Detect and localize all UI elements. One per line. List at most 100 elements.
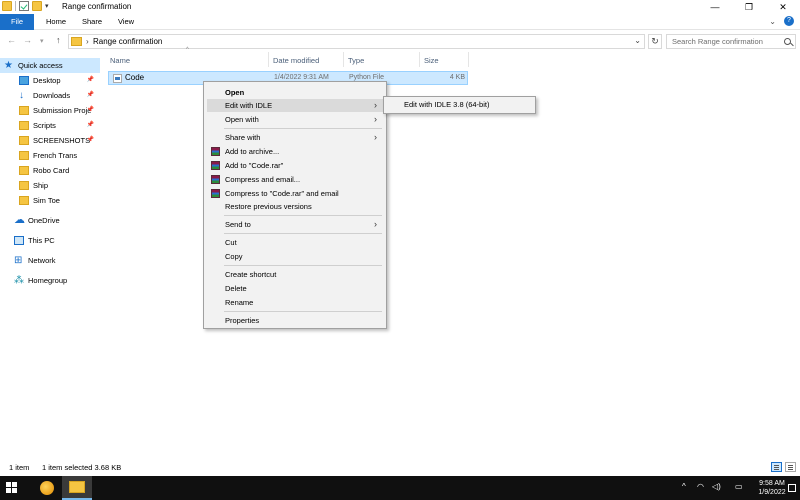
menu-item-open[interactable]: Open: [207, 86, 383, 99]
menu-item-send-to[interactable]: Send to ›: [207, 218, 383, 231]
forward-arrow-icon[interactable]: →: [23, 35, 32, 45]
menu-item-label: Properties: [225, 316, 260, 325]
sort-arrow-icon: ^: [186, 47, 189, 53]
menu-item-edit-with-idle-38[interactable]: Edit with IDLE 3.8 (64-bit): [404, 100, 489, 109]
address-dropdown-chevron-icon[interactable]: ⌄: [634, 36, 641, 45]
wifi-icon[interactable]: ◠: [697, 482, 704, 491]
properties-icon[interactable]: [19, 1, 29, 11]
notifications-icon[interactable]: [788, 484, 796, 492]
pc-icon: [14, 236, 24, 245]
sidebar-item-label: Ship: [33, 181, 49, 190]
details-view-icon[interactable]: [771, 462, 782, 472]
sidebar-item-french-trans[interactable]: French Trans: [0, 148, 100, 163]
sidebar-item-homegroup[interactable]: ⁂ Homegroup: [0, 273, 100, 288]
winrar-icon: [211, 189, 220, 198]
tab-share[interactable]: Share: [77, 14, 107, 30]
column-divider[interactable]: [343, 52, 344, 67]
tab-file[interactable]: File: [0, 14, 34, 30]
sidebar-item-downloads[interactable]: ↓ Downloads 📌: [0, 88, 100, 103]
sidebar-item-label: Homegroup: [28, 276, 68, 285]
refresh-icon[interactable]: ↻: [648, 34, 662, 49]
column-divider[interactable]: [419, 52, 420, 67]
clock-date: 1/9/2022: [758, 489, 786, 496]
menu-item-label: Rename: [225, 298, 254, 307]
windows-start-icon[interactable]: [6, 482, 18, 494]
menu-item-label: Edit with IDLE: [225, 101, 273, 110]
menu-item-compress-to-rar-and-email[interactable]: Compress to "Code.rar" and email: [207, 187, 383, 200]
menu-item-label: Create shortcut: [225, 270, 277, 279]
winrar-icon: [211, 147, 220, 156]
maximize-button[interactable]: ❐: [732, 0, 766, 14]
recent-locations-chevron-icon[interactable]: ▾: [40, 37, 44, 45]
sidebar-item-onedrive[interactable]: ☁ OneDrive: [0, 213, 100, 228]
menu-item-open-with[interactable]: Open with ›: [207, 113, 383, 126]
customize-toolbar-chevron-icon[interactable]: ▾: [45, 2, 49, 10]
expand-ribbon-chevron-icon[interactable]: ⌄: [769, 17, 776, 26]
menu-divider: [224, 215, 382, 216]
menu-item-add-to-code-rar[interactable]: Add to "Code.rar": [207, 159, 383, 172]
clock[interactable]: 9:58 AM 1/9/2022: [752, 479, 792, 497]
clock-time: 9:58 AM: [759, 480, 785, 487]
sidebar-item-robo-card[interactable]: Robo Card: [0, 163, 100, 178]
column-header-name[interactable]: Name: [110, 55, 130, 67]
sidebar-item-label: Submission Proje: [33, 106, 92, 115]
column-divider[interactable]: [268, 52, 269, 67]
breadcrumb[interactable]: Range confirmation: [93, 37, 162, 46]
status-selection: 1 item selected 3.68 KB: [42, 463, 122, 472]
menu-item-share-with[interactable]: Share with ›: [207, 131, 383, 144]
sidebar-item-scripts[interactable]: Scripts 📌: [0, 118, 100, 133]
star-icon: ★: [4, 60, 13, 71]
keyboard-icon[interactable]: ▭: [735, 482, 743, 491]
up-arrow-icon[interactable]: ↑: [56, 35, 61, 45]
sidebar-item-quick-access[interactable]: ★ Quick access: [0, 58, 100, 73]
column-header-date-modified[interactable]: Date modified: [273, 55, 319, 67]
column-header-type[interactable]: Type: [348, 55, 364, 67]
minimize-button[interactable]: —: [698, 0, 732, 14]
sidebar-item-label: SCREENSHOTS: [33, 136, 91, 145]
back-arrow-icon[interactable]: ←: [7, 35, 16, 45]
menu-item-delete[interactable]: Delete: [207, 282, 383, 295]
sidebar-item-label: OneDrive: [28, 216, 60, 225]
menu-item-compress-and-email[interactable]: Compress and email...: [207, 173, 383, 186]
folder-icon: [19, 151, 29, 160]
menu-item-edit-with-idle[interactable]: Edit with IDLE ›: [207, 99, 383, 112]
column-divider[interactable]: [468, 52, 469, 67]
file-name[interactable]: Code: [125, 73, 144, 82]
new-folder-icon[interactable]: [32, 1, 42, 11]
menu-item-label: Copy: [225, 252, 243, 261]
sidebar-item-this-pc[interactable]: This PC: [0, 233, 100, 248]
sidebar-item-network[interactable]: ⊞ Network: [0, 253, 100, 268]
menu-divider: [224, 311, 382, 312]
file-explorer-icon: [69, 481, 85, 493]
show-hidden-icons-icon[interactable]: ^: [682, 482, 686, 491]
close-button[interactable]: ✕: [766, 0, 800, 14]
sidebar-item-ship[interactable]: Ship: [0, 178, 100, 193]
sidebar-item-submission[interactable]: Submission Proje 📌: [0, 103, 100, 118]
large-icons-view-icon[interactable]: [785, 462, 796, 472]
sidebar-item-label: Scripts: [33, 121, 56, 130]
sidebar-item-screenshots[interactable]: SCREENSHOTS 📌: [0, 133, 100, 148]
column-header-size[interactable]: Size: [424, 55, 439, 67]
sidebar-item-label: Quick access: [18, 61, 63, 70]
menu-item-restore-previous-versions[interactable]: Restore previous versions: [207, 200, 383, 213]
volume-icon[interactable]: ◁): [712, 482, 721, 491]
menu-item-copy[interactable]: Copy: [207, 250, 383, 263]
taskbar-idle-app[interactable]: [32, 476, 62, 500]
sidebar-item-sim-toe[interactable]: Sim Toe: [0, 193, 100, 208]
menu-item-create-shortcut[interactable]: Create shortcut: [207, 268, 383, 281]
menu-item-rename[interactable]: Rename: [207, 296, 383, 309]
navigation-pane: ★ Quick access Desktop 📌 ↓ Downloads 📌 S…: [0, 55, 100, 455]
menu-item-label: Add to "Code.rar": [225, 161, 284, 170]
tab-home[interactable]: Home: [40, 14, 72, 30]
search-input[interactable]: Search Range confirmation: [666, 34, 796, 49]
menu-item-add-to-archive[interactable]: Add to archive...: [207, 145, 383, 158]
menu-item-cut[interactable]: Cut: [207, 236, 383, 249]
help-icon[interactable]: ?: [784, 16, 794, 26]
taskbar-file-explorer[interactable]: [62, 476, 92, 500]
address-bar[interactable]: › Range confirmation ⌄: [68, 34, 645, 49]
tab-view[interactable]: View: [112, 14, 140, 30]
folder-icon: [19, 106, 29, 115]
menu-item-properties[interactable]: Properties: [207, 314, 383, 327]
sidebar-item-label: Network: [28, 256, 56, 265]
sidebar-item-desktop[interactable]: Desktop 📌: [0, 73, 100, 88]
